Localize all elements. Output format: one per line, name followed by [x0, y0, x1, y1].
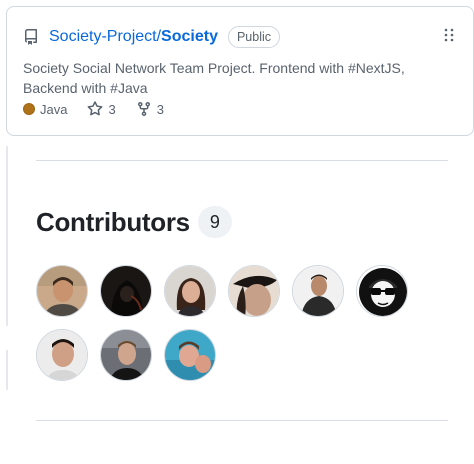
- contributor-avatar[interactable]: [228, 265, 280, 317]
- section-divider: [36, 160, 448, 161]
- contributor-avatar[interactable]: [164, 265, 216, 317]
- repo-name-link[interactable]: Society: [161, 28, 218, 46]
- contributor-avatar[interactable]: [36, 329, 88, 381]
- repo-description: Society Social Network Team Project. Fro…: [23, 60, 405, 96]
- repo-owner-link[interactable]: Society-Project: [49, 28, 157, 46]
- section-divider: [36, 420, 448, 421]
- repo-header: Society-Project / Society Public: [23, 25, 281, 49]
- contributor-avatar[interactable]: [164, 329, 216, 381]
- repo-card: Society-Project / Society Public Society S…: [6, 6, 474, 136]
- kebab-menu-icon[interactable]: [443, 27, 455, 43]
- side-rail: [6, 146, 8, 326]
- contributor-avatar[interactable]: [292, 265, 344, 317]
- language-color-dot: [23, 103, 35, 115]
- stars-count: 3: [108, 101, 116, 117]
- contributor-avatar[interactable]: [36, 265, 88, 317]
- side-rail: [6, 350, 8, 390]
- contributor-avatar[interactable]: [100, 329, 152, 381]
- stars-link[interactable]: 3: [87, 101, 116, 117]
- visibility-badge: Public: [227, 26, 281, 48]
- contributor-avatar[interactable]: [356, 265, 408, 317]
- repo-meta: Java 3 3: [23, 101, 184, 117]
- star-icon: [88, 101, 103, 116]
- contributor-avatar[interactable]: [100, 265, 152, 317]
- contributors-header: Contributors 9: [36, 206, 232, 238]
- language-item: Java: [23, 102, 67, 117]
- language-label: Java: [40, 101, 68, 117]
- fork-icon: [137, 102, 150, 117]
- repo-icon: [24, 29, 37, 45]
- forks-link[interactable]: 3: [136, 101, 164, 117]
- contributors-count-badge: 9: [197, 206, 232, 238]
- forks-count: 3: [156, 101, 164, 117]
- contributors-heading[interactable]: Contributors: [36, 207, 190, 238]
